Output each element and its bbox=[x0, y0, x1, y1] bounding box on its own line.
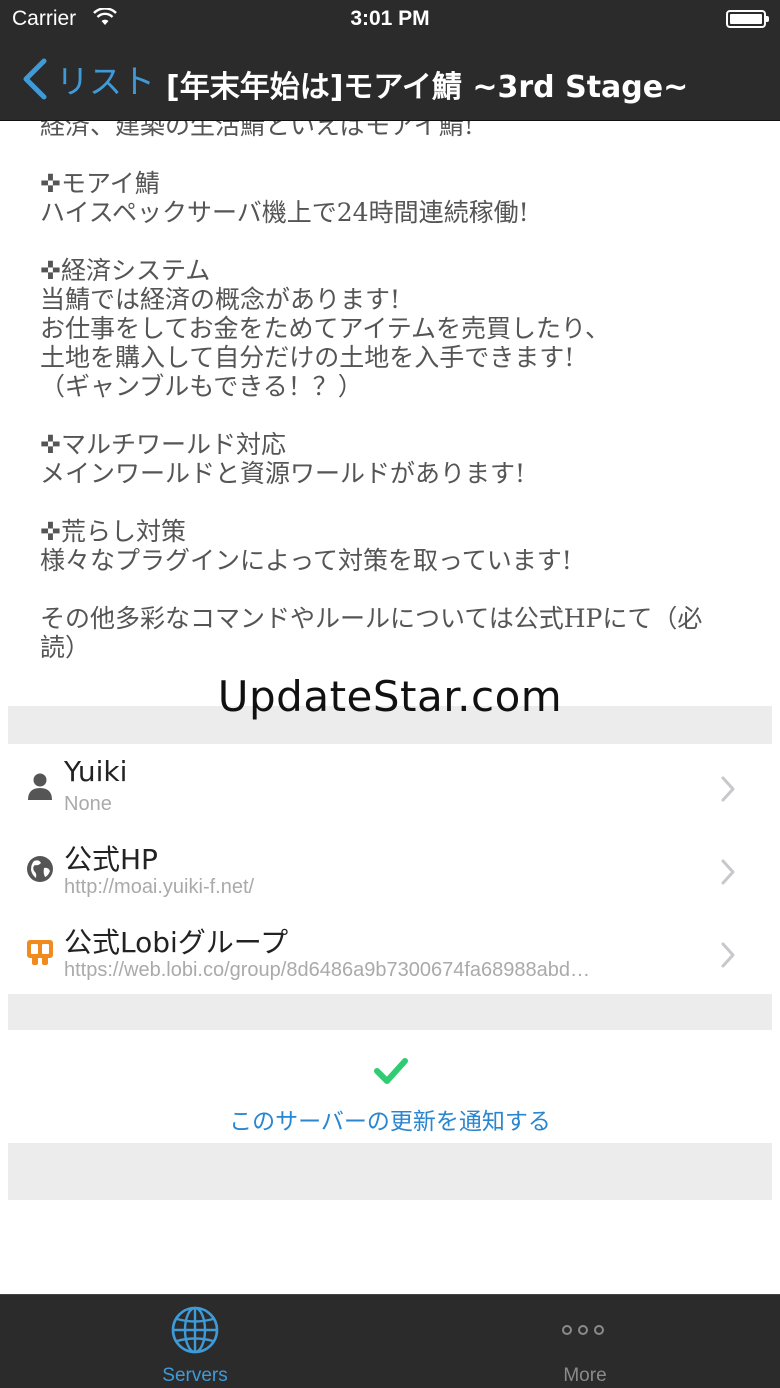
tab-servers[interactable]: Servers bbox=[0, 1295, 390, 1388]
back-button[interactable]: リスト bbox=[20, 54, 155, 104]
lobi-icon bbox=[27, 940, 53, 965]
check-icon bbox=[374, 1058, 408, 1084]
tab-servers-label: Servers bbox=[162, 1365, 228, 1386]
lobi-group-url: https://web.lobi.co/group/8d6486a9b73006… bbox=[64, 959, 590, 981]
back-label: リスト bbox=[56, 62, 155, 101]
globe-icon bbox=[171, 1306, 219, 1354]
lobi-group-title: 公式Lobiグループ bbox=[64, 926, 289, 959]
tab-more[interactable]: More bbox=[390, 1295, 780, 1388]
official-hp-title: 公式HP bbox=[64, 843, 158, 876]
tab-more-label: More bbox=[563, 1365, 607, 1386]
clock: 3:01 PM bbox=[350, 7, 430, 30]
watermark: UpdateStar.com bbox=[217, 672, 563, 721]
navigation-bar: リスト [年末年始は]モアイ鯖 ~3rd Stage~ bbox=[0, 40, 780, 121]
tab-bar: Servers More bbox=[0, 1294, 780, 1388]
page-title: [年末年始は]モアイ鯖 ~3rd Stage~ bbox=[166, 70, 689, 105]
person-icon bbox=[28, 773, 52, 800]
section-separator bbox=[8, 994, 772, 1030]
globe-icon bbox=[27, 856, 53, 882]
notify-updates-button[interactable]: このサーバーの更新を通知する bbox=[8, 1102, 772, 1136]
status-bar: Carrier 3:01 PM bbox=[0, 0, 780, 40]
chevron-right-icon bbox=[721, 942, 735, 968]
chevron-right-icon bbox=[721, 859, 735, 885]
official-hp-row[interactable]: 公式HP http://moai.yuiki-f.net/ bbox=[8, 828, 772, 911]
owner-row[interactable]: Yuiki None bbox=[8, 745, 772, 828]
owner-subtitle: None bbox=[64, 793, 112, 815]
notify-section: このサーバーの更新を通知する bbox=[8, 1030, 772, 1143]
official-hp-url: http://moai.yuiki-f.net/ bbox=[64, 876, 255, 898]
battery-icon bbox=[726, 10, 769, 28]
section-separator bbox=[8, 1143, 772, 1200]
owner-name: Yuiki bbox=[64, 755, 128, 788]
chevron-left-icon bbox=[23, 58, 47, 100]
lobi-group-row[interactable]: 公式Lobiグループ https://web.lobi.co/group/8d6… bbox=[8, 911, 772, 994]
server-description-area[interactable]: 経済、建築の生活鯖といえばモアイ鯖! ✜モアイ鯖 ハイスペックサーバ機上で24時… bbox=[0, 121, 780, 706]
server-description: 経済、建築の生活鯖といえばモアイ鯖! ✜モアイ鯖 ハイスペックサーバ機上で24時… bbox=[40, 121, 703, 662]
chevron-right-icon bbox=[721, 776, 735, 802]
more-icon bbox=[562, 1325, 604, 1335]
